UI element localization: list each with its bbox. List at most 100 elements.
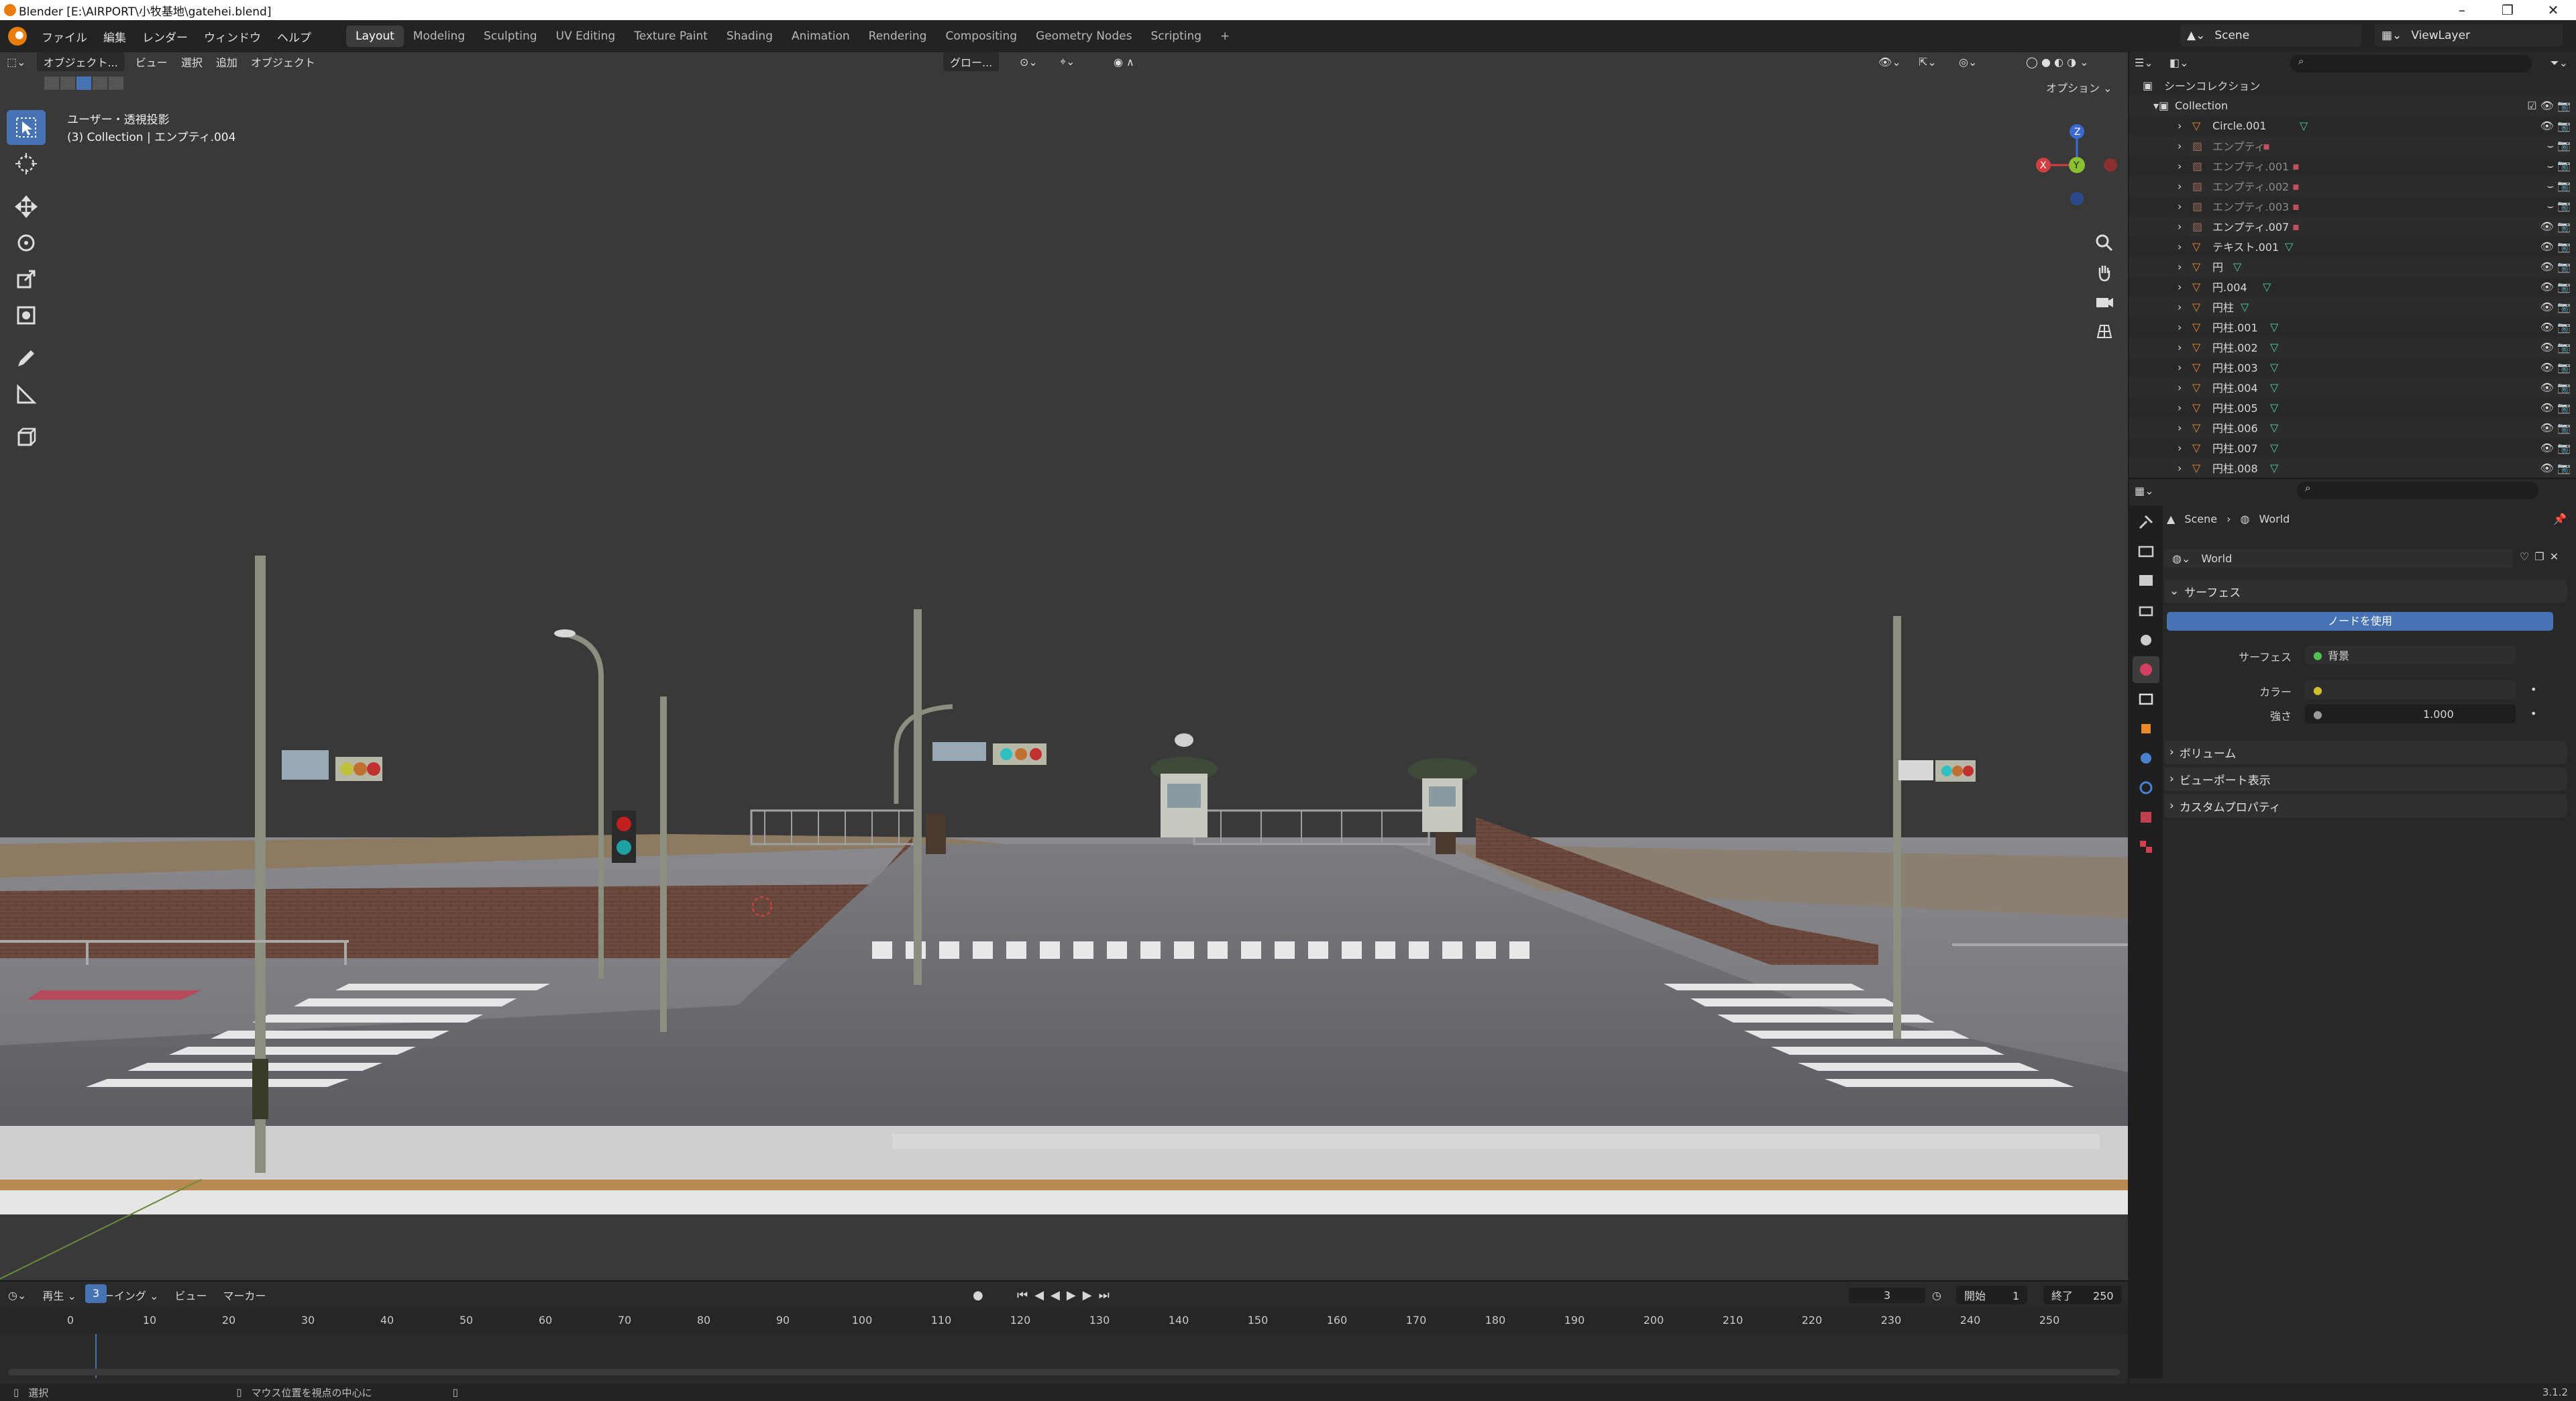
expand-icon[interactable]: ›: [2178, 462, 2182, 474]
display-mode-icon[interactable]: ◧⌄: [2169, 56, 2189, 69]
select-new-icon[interactable]: [44, 76, 59, 90]
mesh-data-icon[interactable]: ▽: [2233, 260, 2241, 273]
outliner-editor-icon[interactable]: ☰⌄: [2135, 56, 2153, 69]
outliner-item[interactable]: › ▨ エンプティ.001 ▪ ⌣ 📷: [2129, 156, 2576, 176]
empty-data-icon[interactable]: ▪: [2292, 160, 2300, 172]
tool-measure[interactable]: [7, 377, 46, 412]
outliner-item[interactable]: › ▽ 円柱.002 ▽ 👁 📷: [2129, 337, 2576, 357]
visibility-toggles[interactable]: ⌣ 📷: [2546, 179, 2571, 193]
tab-scripting[interactable]: Scripting: [1141, 25, 1211, 47]
clock-icon[interactable]: ◷⌄: [0, 1289, 34, 1302]
tool-transform[interactable]: [7, 298, 46, 333]
frame-ruler[interactable]: 0 10 20 30 40 50 60 70 80 90 100 110 120 130 140 150 160…: [0, 1308, 2128, 1334]
visibility-toggles[interactable]: 👁 📷: [2540, 361, 2571, 374]
visibility-toggles[interactable]: 👁 📷: [2540, 280, 2571, 293]
outliner-item[interactable]: › ▽ 円 ▽ 👁 📷: [2129, 256, 2576, 276]
menu-help[interactable]: ヘルプ: [269, 28, 319, 45]
tool-cursor[interactable]: [7, 146, 46, 181]
record-icon[interactable]: ●: [973, 1288, 983, 1302]
tool-rotate[interactable]: [7, 225, 46, 260]
visibility-toggles[interactable]: 👁 📷: [2540, 119, 2571, 132]
menu-select[interactable]: 選択: [174, 54, 209, 70]
tool-scale[interactable]: [7, 262, 46, 297]
use-nodes-button[interactable]: ノードを使用: [2167, 612, 2553, 631]
outliner-item[interactable]: › ▨ エンプティ.002 ▪ ⌣ 📷: [2129, 176, 2576, 196]
proportional-edit-icon[interactable]: ◉ ∧: [1114, 56, 1134, 68]
3d-viewport[interactable]: ⬚⌄ オブジェクト... ビュー 選択 追加 オブジェクト グロー... ⊙⌄ …: [0, 52, 2128, 1280]
outliner-item[interactable]: › ▽ 円.004 ▽ 👁 📷: [2129, 276, 2576, 297]
visibility-toggles[interactable]: ⌣ 📷: [2546, 199, 2571, 213]
expand-icon[interactable]: ›: [2178, 421, 2182, 434]
timeline-scrollbar[interactable]: [8, 1369, 2120, 1376]
modifier-tab-icon[interactable]: [2133, 745, 2159, 772]
tab-geometry-nodes[interactable]: Geometry Nodes: [1026, 25, 1141, 47]
minimize-button[interactable]: –: [2439, 0, 2485, 20]
visibility-toggles[interactable]: 👁 📷: [2540, 421, 2571, 434]
visibility-toggles[interactable]: 👁 📷: [2540, 260, 2571, 273]
expand-icon[interactable]: ›: [2178, 401, 2182, 414]
end-frame-field[interactable]: 終了 250: [2043, 1286, 2122, 1304]
visibility-toggles[interactable]: 👁 📷: [2540, 442, 2571, 454]
expand-icon[interactable]: ›: [2178, 361, 2182, 374]
visibility-toggles[interactable]: 👁 📷: [2540, 341, 2571, 354]
menu-view[interactable]: ビュー: [129, 54, 174, 70]
expand-icon[interactable]: ›: [2178, 119, 2182, 132]
constraint-tab-icon[interactable]: [2133, 804, 2159, 831]
menu-marker[interactable]: マーカー: [215, 1287, 274, 1303]
empty-data-icon[interactable]: ▪: [2292, 220, 2300, 233]
expand-icon[interactable]: ›: [2178, 180, 2182, 193]
menu-add[interactable]: 追加: [209, 54, 244, 70]
close-button[interactable]: ✕: [2530, 0, 2576, 20]
select-intersect-icon[interactable]: [109, 76, 123, 90]
tool-move[interactable]: [7, 189, 46, 224]
collection-tab-icon[interactable]: [2133, 686, 2159, 713]
tab-animation[interactable]: Animation: [782, 25, 859, 47]
expand-icon[interactable]: ›: [2178, 220, 2182, 233]
pan-hand-icon[interactable]: [2090, 258, 2119, 287]
physics-tab-icon[interactable]: [2133, 774, 2159, 801]
playback-controls[interactable]: ⏮◀◀▶▶⏭: [1017, 1288, 1116, 1302]
visibility-toggles[interactable]: 👁 📷: [2540, 401, 2571, 414]
keyframe-dot-icon[interactable]: •: [2530, 683, 2536, 696]
empty-data-icon[interactable]: ▪: [2292, 180, 2300, 193]
mesh-data-icon[interactable]: ▽: [2270, 462, 2278, 474]
tab-compositing[interactable]: Compositing: [936, 25, 1026, 47]
filter-icon[interactable]: ⏷⌄: [2551, 56, 2568, 70]
start-frame-field[interactable]: 開始 1: [1956, 1286, 2028, 1304]
viewport-display-panel-header[interactable]: › ビューポート表示: [2164, 768, 2567, 790]
menu-playback[interactable]: 再生 ⌄: [34, 1287, 85, 1303]
mesh-data-icon[interactable]: ▽: [2270, 442, 2278, 454]
datablock-actions[interactable]: ♡❐✕: [2520, 550, 2564, 563]
tool-tab-icon[interactable]: [2133, 509, 2159, 535]
mesh-data-icon[interactable]: ▽: [2263, 280, 2271, 293]
mesh-data-icon[interactable]: ▽: [2241, 301, 2249, 313]
mode-dropdown[interactable]: オブジェクト...: [36, 52, 125, 71]
outliner-item[interactable]: › ▽ 円柱.006 ▽ 👁 📷: [2129, 417, 2576, 437]
outliner-item[interactable]: › ▽ Circle.001 ▽ 👁 📷: [2129, 115, 2576, 136]
overlay-toggle-icon[interactable]: ◎⌄: [1959, 56, 1977, 68]
object-tab-icon[interactable]: [2133, 715, 2159, 742]
blender-menu-icon[interactable]: [8, 27, 27, 46]
visibility-toggles[interactable]: 👁 📷: [2540, 220, 2571, 233]
transform-orientation-dropdown[interactable]: グロー...: [943, 52, 1000, 71]
surface-shader-field[interactable]: ● 背景: [2305, 645, 2516, 664]
maximize-button[interactable]: ❐: [2485, 0, 2530, 20]
mesh-data-icon[interactable]: ▽: [2270, 381, 2278, 394]
expand-icon[interactable]: ›: [2178, 280, 2182, 293]
scene-selector[interactable]: ▲⌄ Scene: [2180, 24, 2361, 47]
mesh-data-icon[interactable]: ▽: [2270, 341, 2278, 354]
expand-icon[interactable]: ›: [2178, 160, 2182, 172]
pivot-icon[interactable]: ⊙⌄: [1020, 56, 1038, 68]
expand-icon[interactable]: ›: [2178, 321, 2182, 333]
color-field[interactable]: ●: [2305, 680, 2516, 699]
visibility-toggles[interactable]: ⌣ 📷: [2546, 159, 2571, 172]
tab-texture-paint[interactable]: Texture Paint: [625, 25, 717, 47]
add-workspace-button[interactable]: +: [1211, 25, 1239, 47]
menu-tl-view[interactable]: ビュー: [166, 1287, 215, 1303]
output-tab-icon[interactable]: [2133, 568, 2159, 594]
scene-tab-icon[interactable]: [2133, 627, 2159, 654]
keyframe-dot-icon[interactable]: •: [2530, 707, 2536, 720]
camera-view-icon[interactable]: [2090, 287, 2119, 317]
world-tab-icon[interactable]: [2133, 656, 2159, 683]
outliner-scene-collection[interactable]: ▣ シーンコレクション: [2129, 75, 2576, 95]
